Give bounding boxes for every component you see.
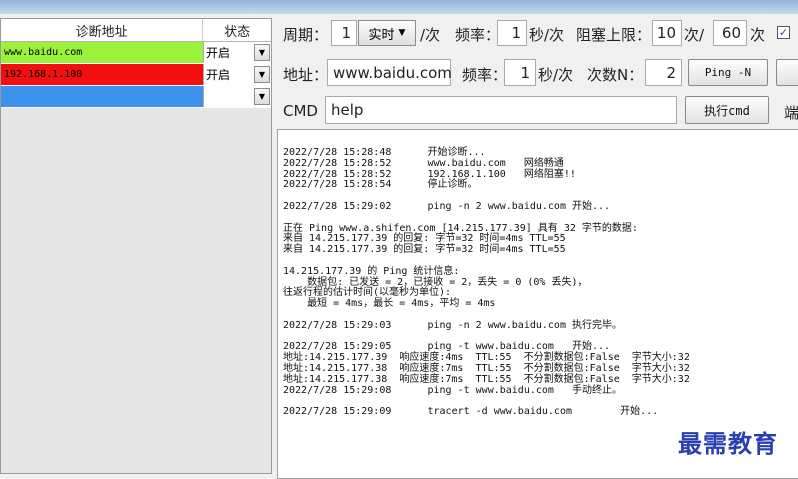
exec-cmd-button[interactable]: 执行cmd (685, 96, 769, 124)
row-address[interactable] (1, 86, 203, 107)
period-mode-value: 实时 (368, 27, 395, 43)
grid-header: 诊断地址 状态 (1, 19, 271, 42)
header-address[interactable]: 诊断地址 (1, 19, 204, 41)
log-text: 2022/7/28 15:28:48 开始诊断... 2022/7/28 15:… (283, 147, 690, 418)
freq2-label: 频率： (462, 66, 508, 84)
log-line: 来自 14.215.177.39 的回复: 字节=32 时间=4ms TTL=5… (283, 244, 566, 256)
row-state-value: 开启 (206, 68, 231, 82)
log-line: 2022/7/28 15:29:02 ping -n 2 www.baidu.c… (283, 200, 611, 212)
log-line: 2022/7/28 15:29:05 ping -t www.baidu.com… (283, 341, 611, 353)
block-label: 阻塞上限： (576, 26, 652, 44)
row-state-select[interactable]: 开启 ▼ (203, 64, 271, 85)
log-line: 正在 Ping www.a.shifen.com [14.215.177.39]… (283, 222, 638, 234)
row-state-select[interactable]: 开启 ▼ (203, 42, 271, 63)
count-label: 次数N： (587, 66, 644, 84)
chevron-down-icon[interactable]: ▼ (254, 66, 270, 83)
log-line: 地址:14.215.177.39 响应速度:4ms TTL:55 不分割数据包:… (283, 352, 690, 364)
freq2-input[interactable]: 1 (504, 59, 536, 86)
log-line: 地址:14.215.177.38 响应速度:7ms TTL:55 不分割数据包:… (283, 362, 690, 374)
header-state[interactable]: 状态 (203, 19, 271, 41)
address-label: 地址： (283, 66, 329, 84)
ping-n-button[interactable]: Ping -N (688, 59, 768, 86)
cmd-input[interactable]: help (325, 96, 677, 124)
log-line: 2022/7/28 15:28:54 停止诊断。 (283, 179, 478, 191)
log-line: 2022/7/28 15:28:52 192.168.1.100 网络阻塞!! (283, 168, 576, 180)
log-line: 2022/7/28 15:29:09 tracert -d www.baidu.… (283, 406, 659, 418)
count-input[interactable]: 2 (645, 59, 682, 86)
chevron-down-icon[interactable]: ▼ (254, 88, 270, 105)
freq-input[interactable]: 1 (497, 20, 527, 46)
freq-label: 频率： (455, 26, 501, 44)
row-address[interactable]: 192.168.1.100 (1, 64, 203, 85)
log-line: 往返行程的估计时间(以毫秒为单位): (283, 287, 452, 299)
cut-off-label: 端 (784, 104, 798, 122)
log-line: 2022/7/28 15:28:48 开始诊断... (283, 147, 486, 158)
freq-unit: 秒/次 (529, 26, 565, 44)
log-line: 地址:14.215.177.38 响应速度:7ms TTL:55 不分割数据包:… (283, 373, 690, 385)
period-unit: /次 (420, 26, 441, 44)
block-unit: 次/ (684, 26, 705, 44)
period-label: 周期： (283, 26, 329, 44)
block-unit-2: 次 (750, 26, 766, 44)
log-line: 最短 = 4ms，最长 = 4ms，平均 = 4ms (283, 298, 496, 310)
title-bar-strip (0, 0, 798, 14)
table-row[interactable]: ▼ (1, 86, 271, 108)
chevron-down-icon[interactable]: ▼ (254, 44, 270, 61)
row-state-select[interactable]: ▼ (203, 86, 271, 107)
diagnosis-grid: 诊断地址 状态 www.baidu.com 开启 ▼ 192.168.1.100 开启 ▼… (0, 18, 272, 474)
address-input[interactable]: www.baidu.com (327, 59, 452, 86)
table-row[interactable]: 192.168.1.100 开启 ▼ (1, 64, 271, 86)
partial-button[interactable] (776, 59, 798, 86)
row-address[interactable]: www.baidu.com (1, 42, 203, 63)
chevron-down-icon: ▼ (398, 28, 406, 38)
watermark: 最需教育 (678, 429, 778, 458)
table-row[interactable]: www.baidu.com 开启 ▼ (1, 42, 271, 64)
cmd-label: CMD (283, 102, 318, 120)
freq2-unit: 秒/次 (538, 66, 574, 84)
log-line: 2022/7/28 15:29:08 ping -t www.baidu.com… (283, 384, 622, 396)
log-line: 数据包: 已发送 = 2，已接收 = 2，丢失 = 0 (0% 丢失)， (283, 276, 588, 288)
log-line: 来自 14.215.177.39 的回复: 字节=32 时间=4ms TTL=5… (283, 233, 566, 245)
enable-checkbox[interactable]: ✓ (777, 26, 790, 39)
period-mode-select[interactable]: 实时 ▼ (358, 20, 416, 46)
block-input[interactable]: 10 (652, 20, 682, 46)
log-line: 2022/7/28 15:28:52 www.baidu.com 网络畅通 (283, 157, 564, 169)
log-line: 14.215.177.39 的 Ping 统计信息: (283, 265, 460, 277)
block-input-2[interactable]: 60 (713, 20, 747, 46)
row-state-value: 开启 (206, 46, 231, 60)
period-input[interactable]: 1 (331, 20, 357, 46)
log-line: 2022/7/28 15:29:03 ping -n 2 www.baidu.c… (283, 319, 622, 331)
